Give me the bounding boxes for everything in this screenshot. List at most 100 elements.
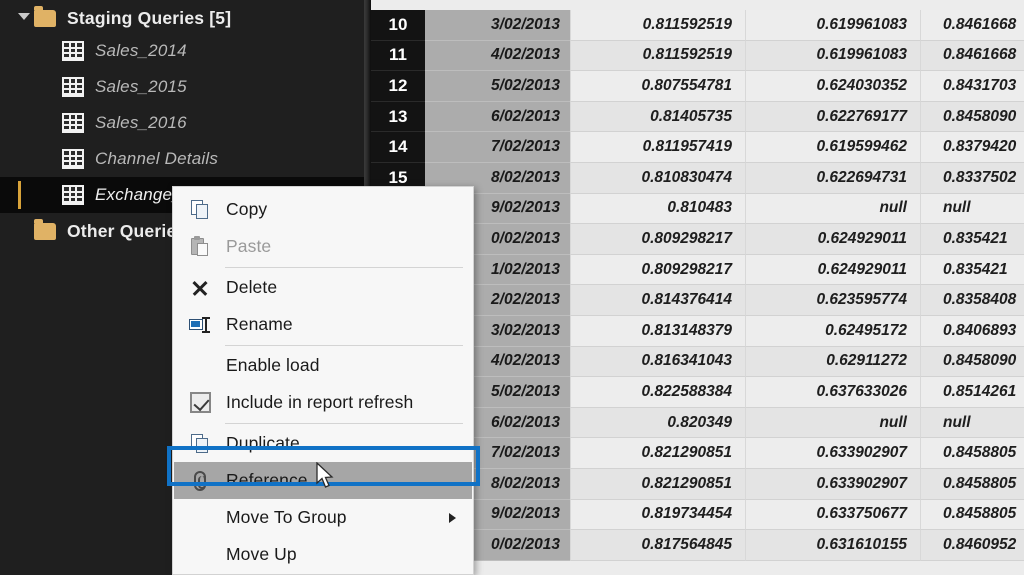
numeric-cell[interactable]: 0.8461668	[920, 10, 1024, 41]
numeric-cell[interactable]: 0.814376414	[570, 285, 745, 316]
menu-item-copy[interactable]: Copy	[174, 191, 472, 228]
caret-down-icon[interactable]	[18, 13, 30, 20]
numeric-cell[interactable]: 0.817564845	[570, 530, 745, 561]
menu-item-paste[interactable]: Paste	[174, 228, 472, 265]
table-row[interactable]: 10 3/02/2013 0.811592519 0.619961083 0.84616…	[371, 10, 1024, 41]
row-index-cell: 11	[371, 40, 425, 72]
numeric-cell[interactable]: 0.619599462	[745, 132, 920, 163]
sidebar-item-channel-details[interactable]: Channel Details	[0, 141, 364, 177]
menu-item-move-up[interactable]: Move Up	[174, 536, 472, 573]
numeric-cell[interactable]: 0.633902907	[745, 469, 920, 500]
table-icon	[62, 113, 84, 133]
sidebar-item-sales-2016[interactable]: Sales_2016	[0, 105, 364, 141]
numeric-cell[interactable]: 0.8337502	[920, 163, 1024, 194]
numeric-cell-value: 0.8461668	[943, 46, 1017, 64]
menu-item-label: Enable load	[226, 355, 320, 375]
menu-item-label: Include in report refresh	[226, 392, 414, 412]
numeric-cell[interactable]: 0.624929011	[745, 254, 920, 286]
date-cell[interactable]: 3/02/2013	[425, 10, 570, 41]
paste-icon	[174, 228, 226, 265]
numeric-cell[interactable]: 0.810483	[570, 193, 745, 225]
numeric-cell[interactable]: 0.809298217	[570, 254, 745, 286]
row-index-cell: 10	[371, 10, 425, 41]
menu-item-label: Rename	[226, 314, 293, 334]
mouse-cursor	[316, 462, 334, 488]
numeric-cell[interactable]: 0.821290851	[570, 438, 745, 469]
menu-item-label: Move Up	[226, 544, 297, 564]
numeric-cell[interactable]: null	[920, 193, 1024, 225]
table-row[interactable]: 14 7/02/2013 0.811957419 0.619599462 0.83794…	[371, 132, 1024, 163]
numeric-cell[interactable]: 0.816341043	[570, 346, 745, 378]
numeric-cell[interactable]: 0.835421	[920, 254, 1024, 286]
checkbox-checked-icon[interactable]	[174, 384, 226, 421]
numeric-cell[interactable]: 0.821290851	[570, 469, 745, 500]
numeric-cell[interactable]: 0.819734454	[570, 499, 745, 531]
sidebar-item-label: Sales_2014	[95, 41, 187, 60]
numeric-cell[interactable]: 0.624030352	[745, 71, 920, 102]
numeric-cell[interactable]: 0.809298217	[570, 224, 745, 255]
numeric-cell[interactable]: 0.8514261	[920, 377, 1024, 408]
numeric-cell[interactable]: 0.8458805	[920, 438, 1024, 469]
tree-group-staging-queries[interactable]: Staging Queries [5]	[0, 0, 364, 36]
table-icon	[62, 77, 84, 97]
sidebar-item-label: Channel Details	[95, 149, 219, 168]
numeric-cell[interactable]: 0.835421	[920, 224, 1024, 255]
menu-item-move-to-group[interactable]: Move To Group	[174, 499, 472, 536]
numeric-cell[interactable]: 0.807554781	[570, 71, 745, 102]
table-row[interactable]: 13 6/02/2013 0.81405735 0.622769177 0.845809…	[371, 101, 1024, 133]
numeric-cell[interactable]: 0.820349	[570, 407, 745, 439]
numeric-cell[interactable]: 0.624929011	[745, 224, 920, 255]
numeric-cell-value: 0.8458805	[943, 444, 1017, 462]
numeric-cell[interactable]: 0.8379420	[920, 132, 1024, 163]
sidebar-item-sales-2015[interactable]: Sales_2015	[0, 69, 364, 105]
menu-item-enable-load[interactable]: Enable load	[174, 347, 472, 384]
menu-item-duplicate[interactable]: Duplicate	[174, 425, 472, 462]
sidebar-item-sales-2014[interactable]: Sales_2014	[0, 33, 364, 69]
numeric-cell[interactable]: 0.619961083	[745, 10, 920, 41]
table-row[interactable]: 11 4/02/2013 0.811592519 0.619961083 0.84616…	[371, 40, 1024, 72]
numeric-cell[interactable]: 0.637633026	[745, 377, 920, 408]
numeric-cell[interactable]: 0.811957419	[570, 132, 745, 163]
numeric-cell[interactable]: 0.8458090	[920, 346, 1024, 378]
menu-item-label: Delete	[226, 277, 278, 297]
numeric-cell[interactable]: 0.631610155	[745, 530, 920, 561]
numeric-cell[interactable]: 0.633902907	[745, 438, 920, 469]
numeric-cell[interactable]: 0.811592519	[570, 10, 745, 41]
numeric-cell[interactable]: 0.8431703	[920, 71, 1024, 102]
table-row[interactable]: 12 5/02/2013 0.807554781 0.624030352 0.84317…	[371, 71, 1024, 102]
numeric-cell[interactable]: null	[745, 193, 920, 225]
numeric-cell[interactable]: 0.8458805	[920, 499, 1024, 531]
numeric-cell[interactable]: 0.62495172	[745, 316, 920, 347]
date-cell[interactable]: 5/02/2013	[425, 71, 570, 102]
menu-item-rename[interactable]: Rename	[174, 306, 472, 343]
date-cell[interactable]: 6/02/2013	[425, 101, 570, 133]
numeric-cell[interactable]: null	[920, 407, 1024, 439]
numeric-cell[interactable]: 0.62911272	[745, 346, 920, 378]
numeric-cell[interactable]: 0.8458090	[920, 101, 1024, 133]
numeric-cell[interactable]: 0.622769177	[745, 101, 920, 133]
numeric-cell[interactable]: 0.810830474	[570, 163, 745, 194]
numeric-cell[interactable]: 0.623595774	[745, 285, 920, 316]
numeric-cell[interactable]: 0.8358408	[920, 285, 1024, 316]
numeric-cell[interactable]: 0.822588384	[570, 377, 745, 408]
numeric-cell[interactable]: 0.633750677	[745, 499, 920, 531]
date-cell[interactable]: 4/02/2013	[425, 40, 570, 72]
numeric-cell[interactable]: 0.622694731	[745, 163, 920, 194]
menu-item-include-in-report-refresh[interactable]: Include in report refresh	[174, 384, 472, 421]
date-cell[interactable]: 7/02/2013	[425, 132, 570, 163]
menu-item-label: Copy	[226, 199, 268, 219]
numeric-cell[interactable]: 0.619961083	[745, 40, 920, 72]
numeric-cell[interactable]: 0.8461668	[920, 40, 1024, 72]
power-query-editor-window: Staging Queries [5] Sales_2014 Sales_201…	[0, 0, 1024, 575]
submenu-arrow-icon	[449, 513, 456, 523]
numeric-cell-value: 0.835421	[943, 260, 1008, 278]
numeric-cell[interactable]: 0.8406893	[920, 316, 1024, 347]
numeric-cell[interactable]: 0.8460952	[920, 530, 1024, 561]
numeric-cell[interactable]: null	[745, 407, 920, 439]
numeric-cell[interactable]: 0.813148379	[570, 316, 745, 347]
menu-item-delete[interactable]: Delete	[174, 269, 472, 306]
menu-separator	[225, 345, 463, 346]
numeric-cell[interactable]: 0.811592519	[570, 40, 745, 72]
numeric-cell[interactable]: 0.81405735	[570, 101, 745, 133]
numeric-cell[interactable]: 0.8458805	[920, 469, 1024, 500]
